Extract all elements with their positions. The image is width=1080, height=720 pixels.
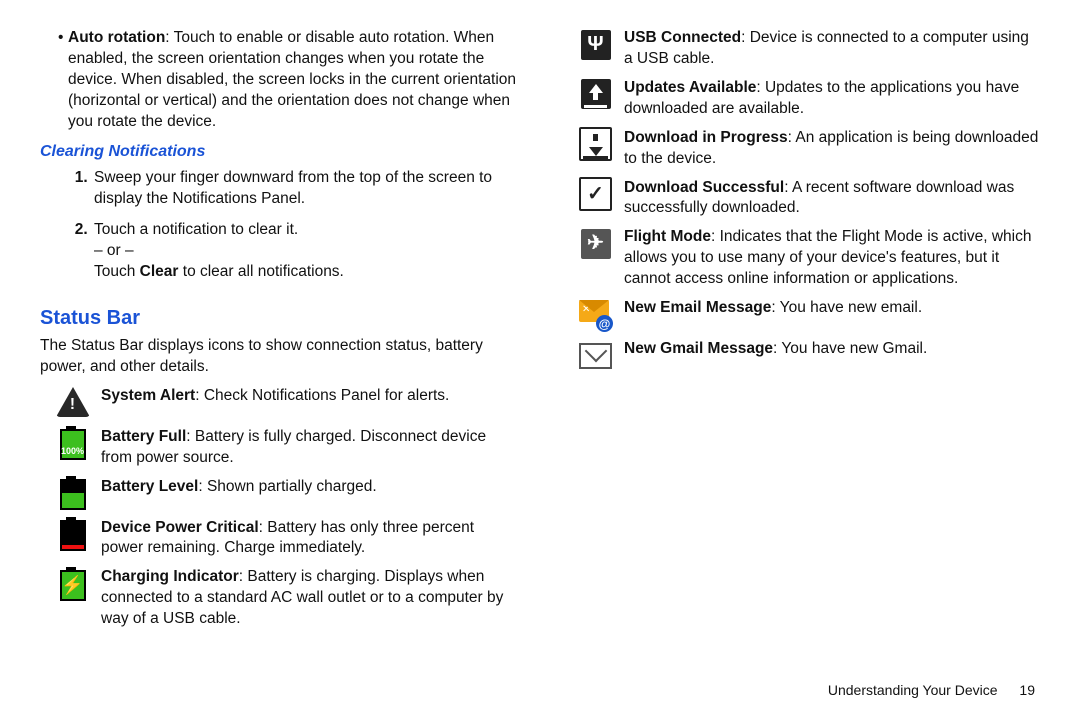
- updates-icon: [579, 78, 612, 111]
- row-system-alert: System Alert: Check Notifications Panel …: [56, 386, 517, 419]
- download-success-icon: ✓: [579, 178, 612, 211]
- row-usb-connected: Ψ USB Connected: Device is connected to …: [579, 28, 1040, 70]
- page-columns: Auto rotation: Touch to enable or disabl…: [40, 0, 1040, 668]
- charging-icon: [56, 567, 89, 600]
- steps-list: Sweep your finger downward from the top …: [92, 168, 517, 283]
- row-download-successful: ✓ Download Successful: A recent software…: [579, 178, 1040, 220]
- footer-page-number: 19: [1019, 682, 1035, 698]
- flight-mode-icon: ✈: [579, 227, 612, 260]
- row-download-progress: Download in Progress: An application is …: [579, 128, 1040, 170]
- download-progress-icon: [579, 128, 612, 161]
- row-flight-mode: ✈ Flight Mode: Indicates that the Flight…: [579, 227, 1040, 290]
- alert-icon: [56, 386, 89, 419]
- row-new-email: @ New Email Message: You have new email.: [579, 298, 1040, 331]
- row-charging: Charging Indicator: Battery is charging.…: [56, 567, 517, 630]
- row-power-critical: Device Power Critical: Battery has only …: [56, 518, 517, 560]
- step-1: Sweep your finger downward from the top …: [92, 168, 517, 210]
- auto-rotation-label: Auto rotation: [68, 29, 165, 46]
- email-icon: @: [579, 298, 612, 331]
- battery-level-icon: [56, 477, 89, 510]
- usb-icon: Ψ: [579, 28, 612, 61]
- row-new-gmail: New Gmail Message: You have new Gmail.: [579, 339, 1040, 372]
- heading-status-bar: Status Bar: [40, 305, 517, 332]
- battery-full-icon: [56, 427, 89, 460]
- status-bar-intro: The Status Bar displays icons to show co…: [40, 336, 517, 378]
- step-2: Touch a notification to clear it. – or –…: [92, 220, 517, 283]
- row-updates-available: Updates Available: Updates to the applic…: [579, 78, 1040, 120]
- bullet-auto-rotation: Auto rotation: Touch to enable or disabl…: [58, 28, 517, 133]
- footer-chapter: Understanding Your Device: [828, 682, 1016, 698]
- page-footer: Understanding Your Device 19: [828, 681, 1035, 700]
- bullet-text: Auto rotation: Touch to enable or disabl…: [68, 28, 517, 133]
- row-battery-level: Battery Level: Shown partially charged.: [56, 477, 517, 510]
- gmail-icon: [579, 339, 612, 372]
- subheading-clearing-notifications: Clearing Notifications: [40, 141, 517, 163]
- row-battery-full: Battery Full: Battery is fully charged. …: [56, 427, 517, 469]
- battery-critical-icon: [56, 518, 89, 551]
- bullet-dot: [58, 28, 68, 133]
